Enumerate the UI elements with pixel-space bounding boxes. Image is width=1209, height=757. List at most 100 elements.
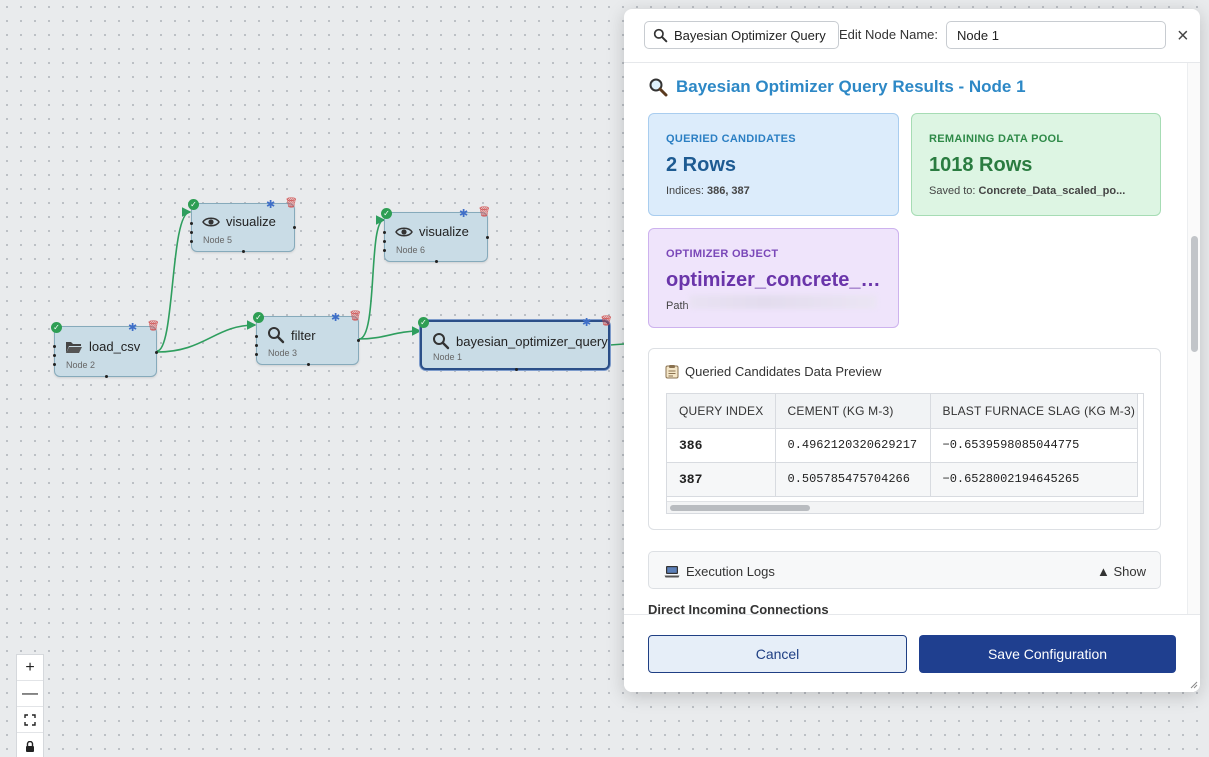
preview-table-wrapper[interactable]: QUERY INDEX CEMENT (KG M-3) BLAST FURNAC… xyxy=(666,393,1144,514)
gear-icon[interactable]: ✱ xyxy=(331,311,340,324)
gear-icon[interactable]: ✱ xyxy=(128,321,137,334)
trash-icon[interactable]: 🗑 xyxy=(349,311,362,322)
node-label: visualize xyxy=(419,224,469,239)
status-ok-icon: ✓ xyxy=(381,208,392,219)
column-header[interactable]: CEMENT (KG M-3) xyxy=(775,394,931,429)
table-cell: 0.4962120320629217 xyxy=(775,428,931,463)
node-visualize-6[interactable]: ✓ ✱ 🗑 visualize Node 6 xyxy=(381,207,491,263)
zoom-in-button[interactable]: + xyxy=(17,655,43,681)
results-title-text: Bayesian Optimizer Query Results - Node … xyxy=(676,77,1026,96)
card-sub: Saved to: Concrete_Data_scaled_po... xyxy=(929,185,1126,197)
gear-icon[interactable]: ✱ xyxy=(266,198,275,211)
edge-filter-to-visualize-6 xyxy=(358,215,386,340)
edit-node-name-label: Edit Node Name: xyxy=(839,27,938,42)
close-button[interactable]: × xyxy=(1177,24,1189,48)
logs-show-toggle[interactable]: ▲ Show xyxy=(1097,564,1146,579)
node-visualize-5[interactable]: ✓ ✱ 🗑 visualize Node 5 xyxy=(188,198,298,253)
trash-icon[interactable]: 🗑 xyxy=(147,321,160,332)
eye-icon xyxy=(395,227,413,236)
edge-load-csv-to-visualize-5 xyxy=(156,207,192,352)
node-load-csv[interactable]: ✓ ✱ 🗑 load_csv Node 2 xyxy=(51,321,160,378)
search-icon xyxy=(433,333,450,350)
node-name-input[interactable] xyxy=(946,21,1166,49)
node-label: bayesian_optimizer_query xyxy=(456,333,608,349)
results-title: Bayesian Optimizer Query Results - Node … xyxy=(648,77,1026,97)
column-header[interactable]: QUERY INDEX xyxy=(667,394,776,429)
folder-icon xyxy=(66,341,82,353)
fit-view-button[interactable] xyxy=(17,707,43,733)
eye-icon xyxy=(202,217,220,226)
data-preview-section: Queried Candidates Data Preview QUERY IN… xyxy=(648,348,1161,530)
card-label: OPTIMIZER OBJECT xyxy=(666,248,779,260)
zoom-controls: + — xyxy=(16,654,44,757)
vertical-scrollbar[interactable] xyxy=(1187,63,1200,614)
gear-icon[interactable]: ✱ xyxy=(582,316,591,329)
table-row: 386 0.4962120320629217 −0.65395980850447… xyxy=(667,428,1138,463)
node-id: Node 3 xyxy=(268,348,298,358)
status-ok-icon: ✓ xyxy=(188,199,199,210)
node-label: visualize xyxy=(226,214,276,229)
preview-table: QUERY INDEX CEMENT (KG M-3) BLAST FURNAC… xyxy=(667,394,1138,497)
cancel-button[interactable]: Cancel xyxy=(648,635,907,673)
table-cell: 0.505785475704266 xyxy=(775,462,931,497)
direct-connections-heading: Direct Incoming Connections xyxy=(648,602,829,614)
preview-title: Queried Candidates Data Preview xyxy=(665,364,882,379)
edge-filter-to-bayesian xyxy=(358,326,422,340)
table-cell: −0.6528002194645265 xyxy=(930,462,1138,497)
lock-icon xyxy=(26,740,34,752)
edge-bayesian-out xyxy=(609,343,625,346)
trash-icon[interactable]: 🗑 xyxy=(478,207,491,218)
redacted-path xyxy=(689,295,877,309)
table-cell: 386 xyxy=(667,428,776,463)
node-label: filter xyxy=(291,327,316,343)
card-sub: Path xyxy=(666,300,689,312)
node-id: Node 2 xyxy=(66,360,96,370)
card-value: 2 Rows xyxy=(666,154,737,176)
logs-title-text: Execution Logs xyxy=(686,564,775,579)
node-type-label: Bayesian Optimizer Query xyxy=(674,27,826,43)
status-ok-icon: ✓ xyxy=(253,312,264,323)
gear-icon[interactable]: ✱ xyxy=(459,207,468,220)
preview-title-text: Queried Candidates Data Preview xyxy=(685,364,882,379)
save-configuration-button[interactable]: Save Configuration xyxy=(919,635,1176,673)
node-id: Node 5 xyxy=(203,235,233,245)
node-filter[interactable]: ✓ ✱ 🗑 filter Node 3 xyxy=(253,311,362,366)
panel-body[interactable]: Bayesian Optimizer Query Results - Node … xyxy=(624,63,1200,614)
remaining-data-pool-card: REMAINING DATA POOL 1018 Rows Saved to: … xyxy=(911,113,1161,216)
trash-icon[interactable]: 🗑 xyxy=(285,198,298,209)
table-cell: −0.6539598085044775 xyxy=(930,428,1138,463)
zoom-out-button[interactable]: — xyxy=(17,681,43,707)
queried-candidates-card: QUERIED CANDIDATES 2 Rows Indices: 386, … xyxy=(648,113,899,216)
panel-header: Bayesian Optimizer Query Edit Node Name:… xyxy=(624,9,1200,63)
laptop-icon xyxy=(664,566,680,578)
optimizer-object-card: OPTIMIZER OBJECT optimizer_concrete_da..… xyxy=(648,228,899,328)
card-value: optimizer_concrete_da... xyxy=(666,269,884,291)
column-header[interactable]: BLAST FURNACE SLAG (KG M-3) xyxy=(930,394,1138,429)
logs-title: Execution Logs xyxy=(664,564,775,579)
trash-icon[interactable]: 🗑 xyxy=(600,316,613,327)
execution-logs-toggle[interactable]: Execution Logs ▲ Show xyxy=(648,551,1161,589)
lock-button[interactable] xyxy=(17,733,43,757)
fit-view-icon xyxy=(24,713,36,726)
node-config-panel: Bayesian Optimizer Query Edit Node Name:… xyxy=(624,9,1200,692)
panel-footer: Cancel Save Configuration xyxy=(624,614,1200,692)
horizontal-scrollbar[interactable] xyxy=(667,501,1143,513)
table-row: 387 0.505785475704266 −0.652800219464526… xyxy=(667,462,1138,497)
node-type-pill[interactable]: Bayesian Optimizer Query xyxy=(644,21,839,49)
card-sub: Indices: 386, 387 xyxy=(666,185,750,197)
scrollbar-thumb[interactable] xyxy=(670,505,810,511)
scrollbar-thumb[interactable] xyxy=(1191,236,1198,352)
node-label: load_csv xyxy=(89,339,141,354)
edge-load-csv-to-filter xyxy=(156,320,257,353)
status-ok-icon: ✓ xyxy=(51,322,62,333)
node-bayesian[interactable]: ✓ ✱ 🗑 bayesian_optimizer_query Node 1 xyxy=(418,316,613,371)
table-cell: 387 xyxy=(667,462,776,497)
node-id: Node 6 xyxy=(396,245,426,255)
magnifier-icon xyxy=(649,78,668,97)
card-label: REMAINING DATA POOL xyxy=(929,133,1064,145)
resize-handle-icon[interactable] xyxy=(1190,681,1198,689)
status-ok-icon: ✓ xyxy=(418,317,429,328)
search-icon xyxy=(268,327,285,344)
clipboard-icon xyxy=(665,365,679,379)
table-header-row: QUERY INDEX CEMENT (KG M-3) BLAST FURNAC… xyxy=(667,394,1138,429)
